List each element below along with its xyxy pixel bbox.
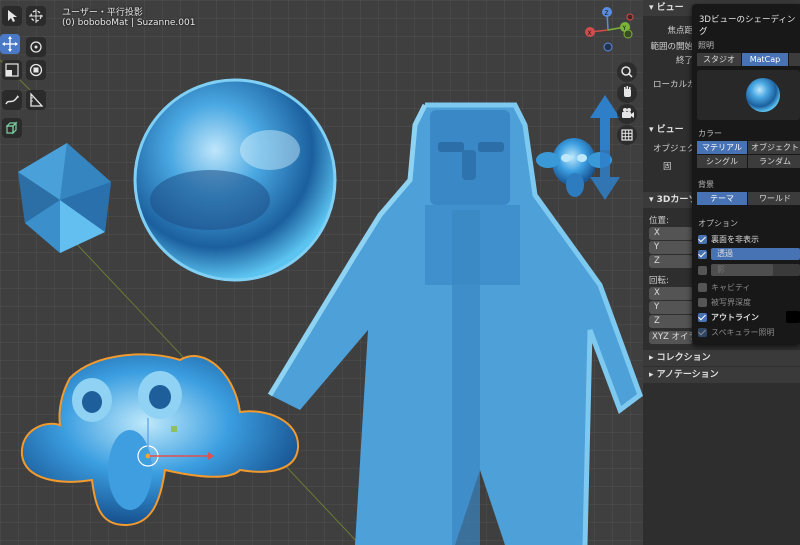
clip-start-label: 範囲の開始 (650, 42, 693, 52)
lock-label: 固 (663, 162, 672, 172)
outline-color-swatch[interactable] (786, 311, 800, 323)
measure-ruler-icon[interactable] (26, 90, 46, 110)
move-arrows-icon[interactable] (0, 34, 20, 54)
background-world-option[interactable]: ワールド (748, 192, 800, 205)
shadow-option[interactable]: 影 (698, 264, 800, 276)
lock-object-label: オブジェク (653, 144, 696, 154)
matcap-preview[interactable] (697, 70, 800, 120)
location-y-label: Y (654, 242, 660, 252)
rotation-z-label: Z (654, 316, 660, 326)
shadow-checkbox[interactable] (698, 265, 707, 275)
collection-header-label: コレクション (656, 353, 711, 363)
local-camera-label: ローカルカ (653, 80, 696, 90)
backface-culling-label: 裏面を非表示 (711, 234, 759, 244)
location-x-label: X (654, 228, 660, 238)
color-object-option[interactable]: オブジェクト (748, 141, 800, 154)
location-z-field[interactable]: Z (649, 255, 693, 268)
shadow-slider-fill (711, 264, 774, 276)
matcap-sphere-thumbnail (746, 78, 780, 112)
color-material-option[interactable]: マテリアル (697, 141, 747, 154)
clip-end-label: 終了 (675, 56, 693, 66)
color-random-option[interactable]: ランダム (748, 155, 800, 168)
color-single-option[interactable]: シングル (697, 155, 747, 168)
location-z-label: Z (654, 256, 660, 266)
cavity-label: キャビティ (711, 282, 751, 292)
annotation-panel-header[interactable]: ▸ アノテーション (643, 367, 800, 383)
lighting-selector: スタジオ MatCap (697, 53, 800, 66)
background-label: 背景 (698, 180, 714, 189)
background-selector: テーマ ワールド (697, 192, 800, 205)
viewport-shading-popover: 3Dビューのシェーディング 照明 スタジオ MatCap カラー マテリアル オ… (692, 4, 800, 344)
uv-sphere-object (133, 78, 337, 282)
cavity-option[interactable]: キャビティ (698, 281, 751, 293)
rotation-x-field[interactable]: X (649, 287, 693, 300)
annotate-pencil-icon[interactable] (2, 90, 22, 110)
cursor-select-icon[interactable] (2, 6, 22, 26)
view-lock-header-label: ビュー (656, 125, 684, 135)
specular-lighting-checkbox[interactable] (698, 327, 707, 337)
location-label: 位置: (649, 216, 669, 226)
gizmo-x-label: X (588, 30, 592, 37)
3d-cursor-icon[interactable] (26, 6, 46, 26)
specular-lighting-option[interactable]: スペキュラー照明 (698, 326, 774, 338)
zoom-icon[interactable] (617, 62, 637, 82)
options-label: オプション (698, 219, 738, 228)
grid-icon[interactable] (617, 125, 637, 145)
gizmo-z-label: Z (605, 10, 609, 17)
specular-lighting-label: スペキュラー照明 (711, 327, 775, 337)
pan-hand-icon[interactable] (617, 83, 637, 103)
focal-length-label: 焦点距 (667, 26, 693, 36)
color-selector-row-1: マテリアル オブジェクト (697, 141, 800, 154)
annotation-header-label: アノテーション (656, 370, 719, 380)
location-x-field[interactable]: X (649, 227, 693, 240)
camera-icon[interactable] (617, 104, 637, 124)
rotation-label: 回転: (649, 276, 669, 286)
transform-icon[interactable] (26, 60, 46, 80)
lighting-matcap-option[interactable]: MatCap (742, 53, 788, 66)
depth-of-field-option[interactable]: 被写界深度 (698, 296, 751, 308)
popover-title: 3Dビューのシェーディング (699, 15, 796, 37)
navigation-gizmo[interactable]: Z X Y (580, 2, 640, 57)
rotation-z-field[interactable]: Z (649, 315, 693, 328)
add-cube-icon[interactable] (2, 118, 22, 138)
color-selector-row-2: シングル ランダム (697, 155, 800, 168)
depth-of-field-checkbox[interactable] (698, 297, 707, 307)
backface-culling-checkbox[interactable] (698, 234, 707, 244)
rotation-y-field[interactable]: Y (649, 301, 693, 314)
rotate-icon[interactable] (26, 37, 46, 57)
xray-checkbox[interactable] (698, 249, 707, 259)
outline-option[interactable]: アウトライン (698, 311, 800, 323)
xray-option[interactable]: 透過 (698, 248, 800, 260)
selected-suzanne-object (20, 353, 300, 527)
gizmo-y-label: Y (622, 25, 627, 32)
lighting-label: 照明 (698, 41, 714, 50)
view-name-label: ユーザー・平行投影 (62, 8, 143, 18)
depth-of-field-label: 被写界深度 (711, 297, 751, 307)
rotation-y-label: Y (654, 302, 660, 312)
location-y-field[interactable]: Y (649, 241, 693, 254)
cavity-checkbox[interactable] (698, 282, 707, 292)
outline-checkbox[interactable] (698, 312, 707, 322)
collection-panel-header[interactable]: ▸ コレクション (643, 350, 800, 366)
rotation-x-label: X (654, 288, 660, 298)
object-info-label: (0) boboboMat | Suzanne.001 (62, 18, 196, 28)
scale-icon[interactable] (2, 60, 22, 80)
lighting-studio-option[interactable]: スタジオ (697, 53, 741, 66)
lighting-flat-option[interactable] (789, 53, 800, 66)
shadow-slider[interactable]: 影 (711, 264, 800, 276)
background-theme-option[interactable]: テーマ (697, 192, 747, 205)
xray-slider[interactable]: 透過 (711, 248, 800, 260)
backface-culling-option[interactable]: 裏面を非表示 (698, 233, 759, 245)
icosphere-object (18, 143, 111, 253)
outline-label: アウトライン (711, 312, 759, 322)
rotation-mode-dropdown[interactable]: XYZ オイラー (649, 331, 693, 344)
view-header-label: ビュー (656, 3, 684, 13)
z-arrow-gizmo (590, 95, 620, 200)
color-label: カラー (698, 129, 722, 138)
